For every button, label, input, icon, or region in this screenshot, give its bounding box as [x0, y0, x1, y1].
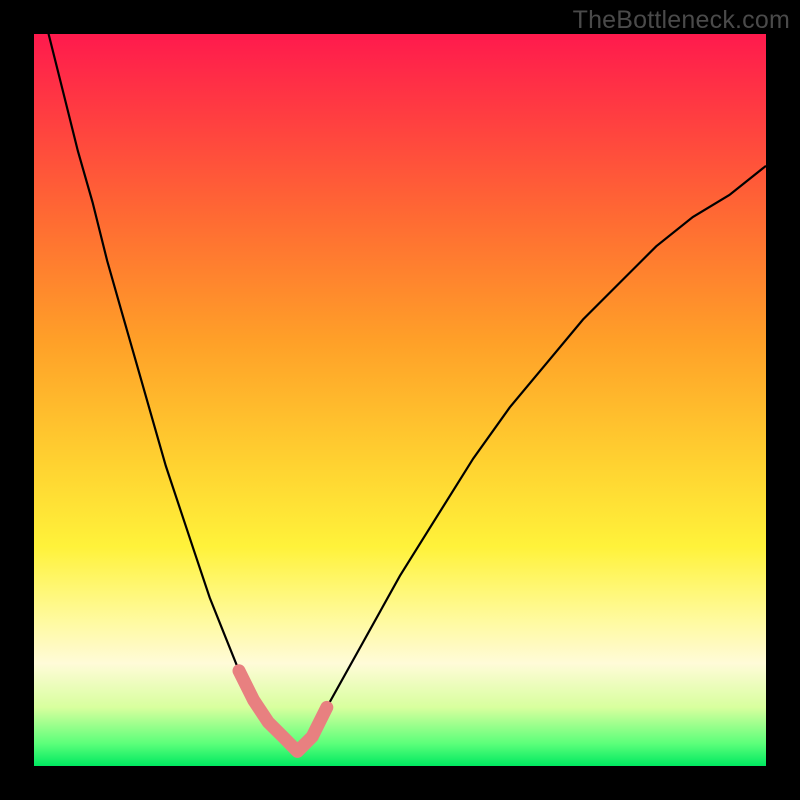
chart-marker-segment: [239, 671, 327, 752]
chart-svg: [34, 34, 766, 766]
watermark-text: TheBottleneck.com: [573, 6, 790, 35]
chart-curve: [34, 34, 766, 751]
chart-plot-area: [34, 34, 766, 766]
